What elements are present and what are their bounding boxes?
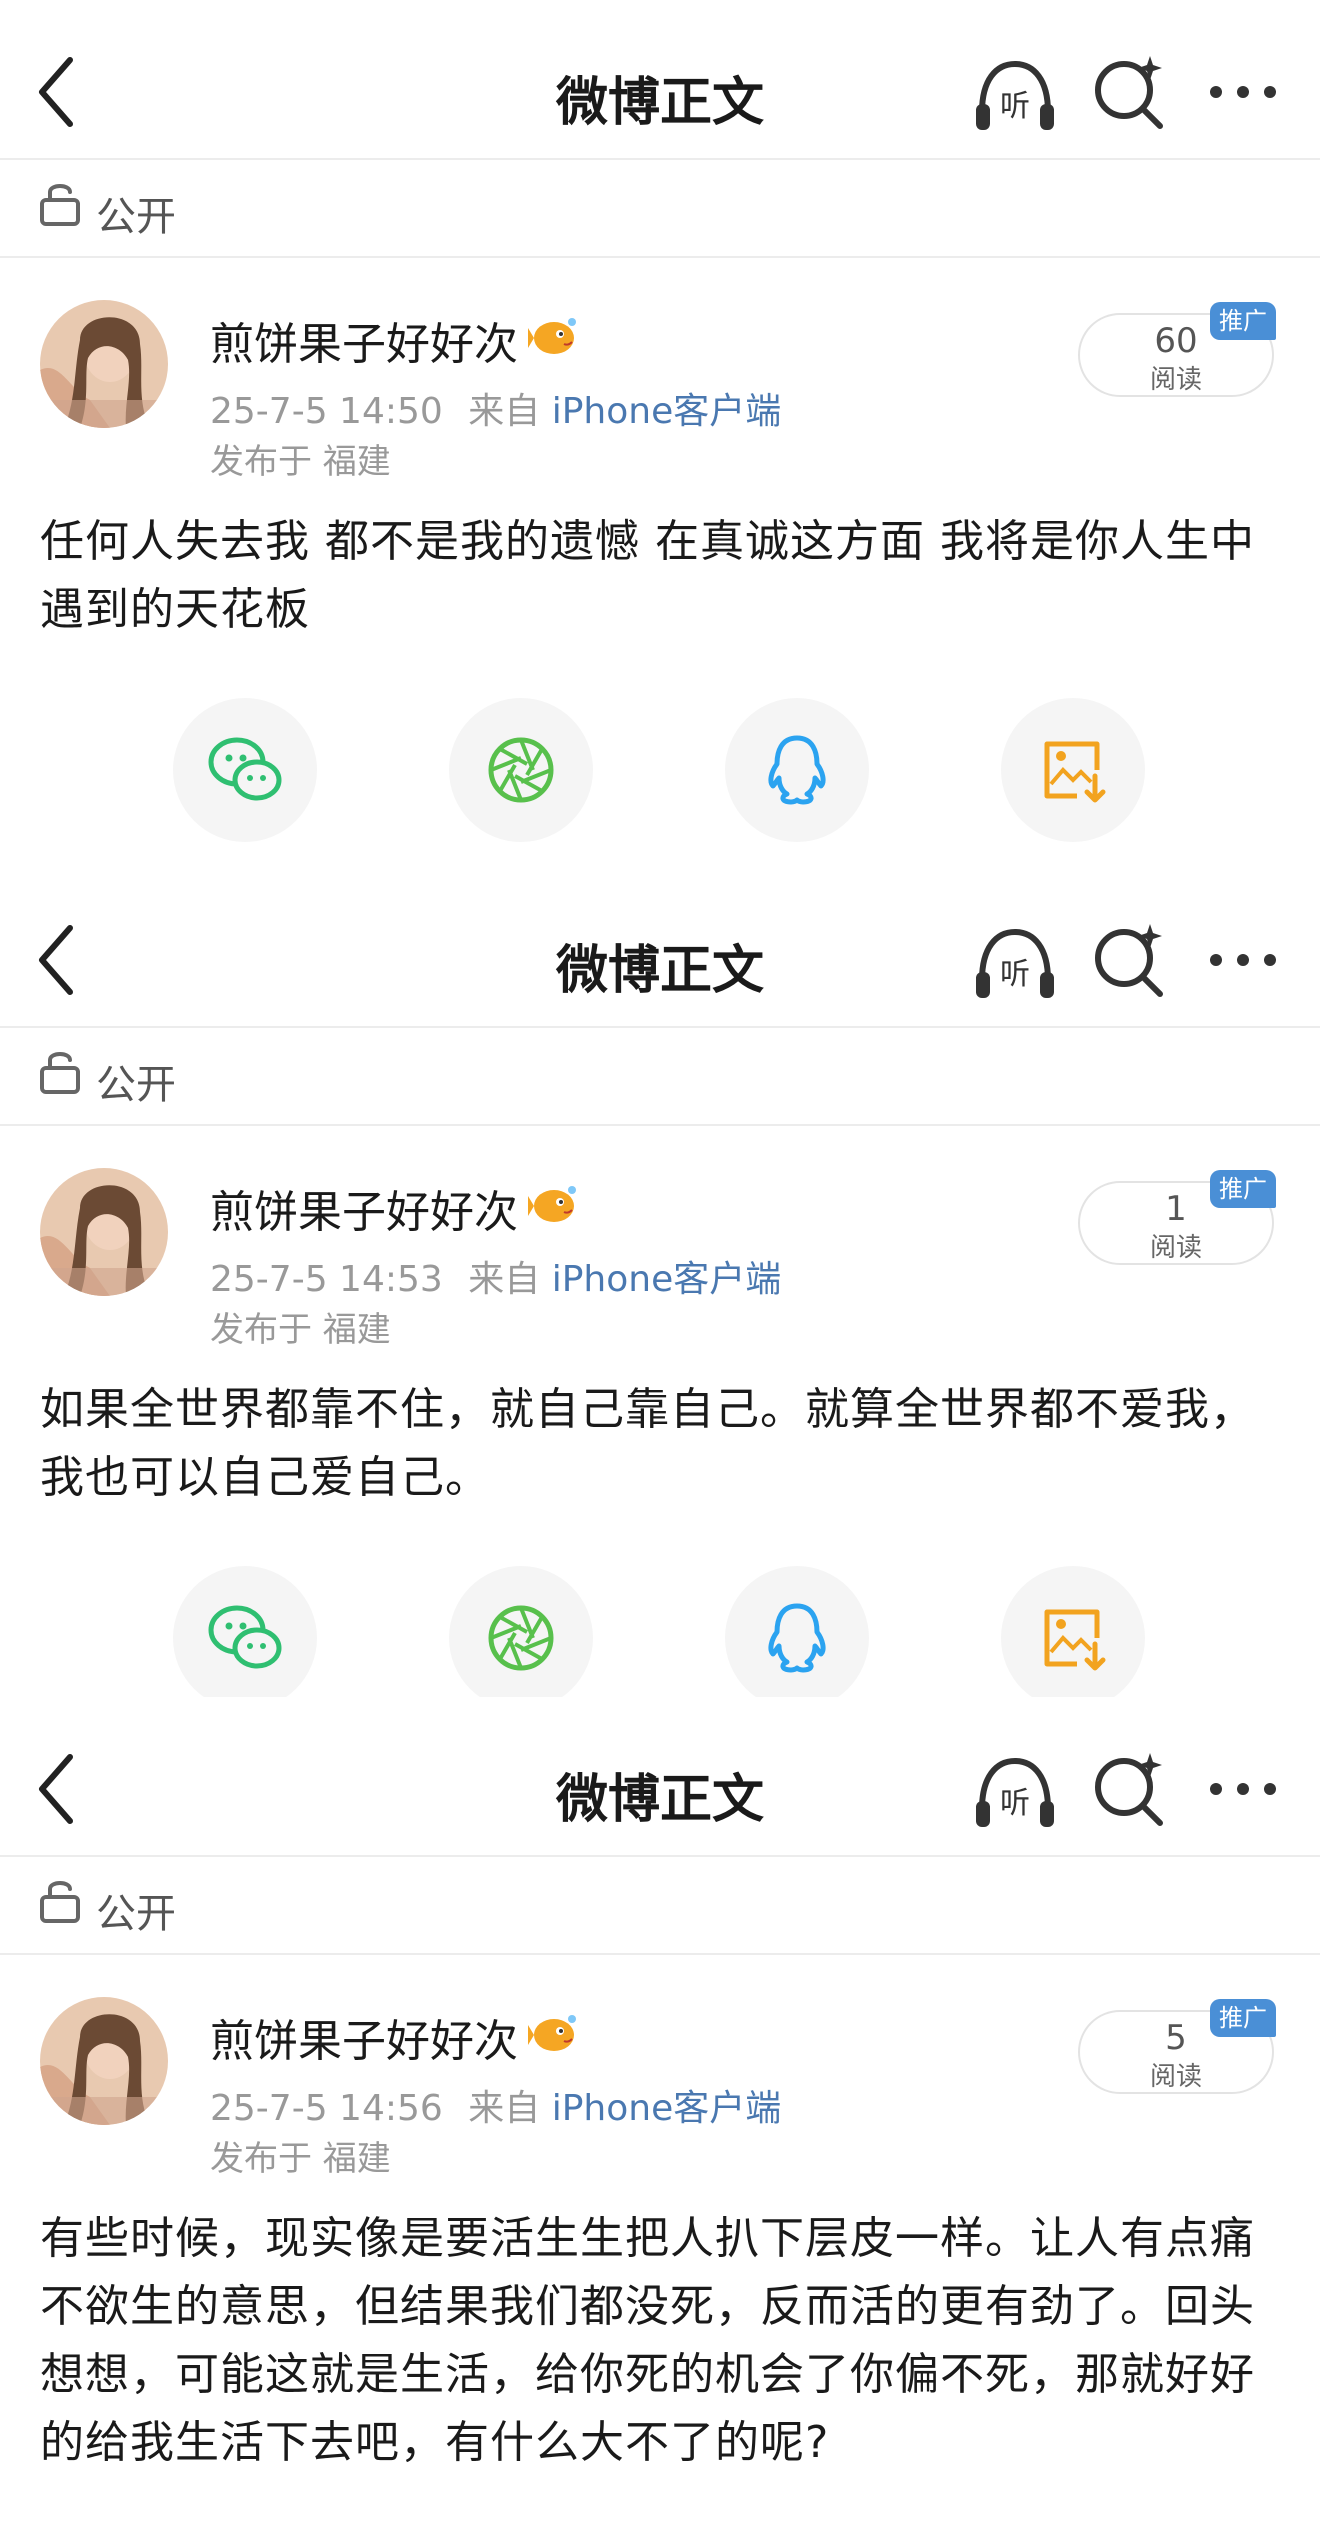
headphones-icon[interactable]: 听 <box>972 1755 1058 1831</box>
save-image-icon <box>1044 1609 1106 1671</box>
weibo-post-panel-3: 微博正文 听 公开 煎饼果子好好次 25-7-5 14:56 来自 iPhone… <box>0 1697 1320 2542</box>
post-time: 25-7-5 14:50 <box>210 391 443 432</box>
ad-badge: 推广 <box>1210 1999 1276 2037</box>
post-source[interactable]: iPhone客户端 <box>552 2088 782 2129</box>
visibility-row[interactable]: 公开 <box>0 1030 1320 1126</box>
source-prefix: 来自 <box>468 1259 541 1300</box>
moments-icon <box>488 1605 554 1671</box>
wechat-icon <box>208 737 282 801</box>
visibility-row[interactable]: 公开 <box>0 1859 1320 1955</box>
more-dots-icon[interactable] <box>1208 940 1278 980</box>
unlock-icon <box>40 1881 80 1923</box>
listen-label: 听 <box>1000 1786 1030 1821</box>
username[interactable]: 煎饼果子好好次 <box>210 2005 518 2069</box>
post-source[interactable]: iPhone客户端 <box>552 391 782 432</box>
visibility-label: 公开 <box>96 1062 176 1108</box>
share-row <box>0 698 1320 844</box>
share-qq-button[interactable] <box>725 698 869 842</box>
wechat-icon <box>208 1605 282 1669</box>
headphones-icon[interactable]: 听 <box>972 58 1058 134</box>
avatar[interactable] <box>40 1997 168 2125</box>
post-meta: 25-7-5 14:53 来自 iPhone客户端 <box>210 1250 781 1302</box>
weibo-post-panel-1: 微博正文 听 公开 煎饼果子好好次 25-7-5 14:50 来自 iPhone… <box>0 0 1320 910</box>
source-prefix: 来自 <box>468 391 541 432</box>
listen-label: 听 <box>1000 89 1030 124</box>
moments-icon <box>488 737 554 803</box>
more-dots-icon[interactable] <box>1208 72 1278 112</box>
visibility-row[interactable]: 公开 <box>0 162 1320 258</box>
weibo-screenshot-collage: 微博正文 听 公开 煎饼果子好好次 25-7-5 14:50 来自 iPhone… <box>0 0 1320 2542</box>
post-location: 发布于 福建 <box>210 1310 391 1350</box>
ad-badge: 推广 <box>1210 1170 1276 1208</box>
listen-label: 听 <box>1000 957 1030 992</box>
save-image-icon <box>1044 741 1106 803</box>
save-image-button[interactable] <box>1001 698 1145 842</box>
avatar[interactable] <box>40 1168 168 1296</box>
share-wechat-button[interactable] <box>173 1566 317 1710</box>
post-location: 发布于 福建 <box>210 2139 391 2179</box>
share-row <box>0 1566 1320 1712</box>
share-wechat-button[interactable] <box>173 698 317 842</box>
post-meta: 25-7-5 14:50 来自 iPhone客户端 <box>210 382 781 434</box>
post-text: 有些时候，现实像是要活生生把人扒下层皮一样。让人有点痛不欲生的意思，但结果我们都… <box>40 2213 1255 2468</box>
search-sparkle-icon[interactable] <box>1090 1749 1170 1829</box>
post-text: 任何人失去我 都不是我的遗憾 在真诚这方面 我将是你人生中遇到的天花板 <box>40 516 1255 635</box>
post-source[interactable]: iPhone客户端 <box>552 1259 782 1300</box>
vip-fish-icon[interactable] <box>528 1182 578 1226</box>
post-text: 如果全世界都靠不住，就自己靠自己。就算全世界都不爱我，我也可以自己爱自己。 <box>40 1384 1255 1503</box>
post-meta: 25-7-5 14:56 来自 iPhone客户端 <box>210 2079 781 2131</box>
share-moments-button[interactable] <box>449 698 593 842</box>
more-dots-icon[interactable] <box>1208 1769 1278 1809</box>
username[interactable]: 煎饼果子好好次 <box>210 308 518 372</box>
read-label: 阅读 <box>1149 365 1202 395</box>
vip-fish-icon[interactable] <box>528 2011 578 2055</box>
read-label: 阅读 <box>1149 1233 1202 1263</box>
username[interactable]: 煎饼果子好好次 <box>210 1176 518 1240</box>
top-nav-bar: 微博正文 听 <box>0 1697 1320 1857</box>
top-nav-bar: 微博正文 听 <box>0 868 1320 1028</box>
post-time: 25-7-5 14:53 <box>210 1259 443 1300</box>
ad-badge: 推广 <box>1210 302 1276 340</box>
post-location: 发布于 福建 <box>210 442 391 482</box>
unlock-icon <box>40 184 80 226</box>
share-qq-button[interactable] <box>725 1566 869 1710</box>
post-time: 25-7-5 14:56 <box>210 2088 443 2129</box>
search-sparkle-icon[interactable] <box>1090 52 1170 132</box>
source-prefix: 来自 <box>468 2088 541 2129</box>
visibility-label: 公开 <box>96 1891 176 1937</box>
share-moments-button[interactable] <box>449 1566 593 1710</box>
top-nav-bar: 微博正文 听 <box>0 0 1320 160</box>
qq-icon <box>768 1603 826 1673</box>
read-label: 阅读 <box>1149 2062 1202 2092</box>
unlock-icon <box>40 1052 80 1094</box>
headphones-icon[interactable]: 听 <box>972 926 1058 1002</box>
avatar[interactable] <box>40 300 168 428</box>
vip-fish-icon[interactable] <box>528 314 578 358</box>
weibo-post-panel-2: 微博正文 听 公开 煎饼果子好好次 25-7-5 14:53 来自 iPhone… <box>0 868 1320 1710</box>
visibility-label: 公开 <box>96 194 176 240</box>
qq-icon <box>768 735 826 805</box>
search-sparkle-icon[interactable] <box>1090 920 1170 1000</box>
save-image-button[interactable] <box>1001 1566 1145 1710</box>
